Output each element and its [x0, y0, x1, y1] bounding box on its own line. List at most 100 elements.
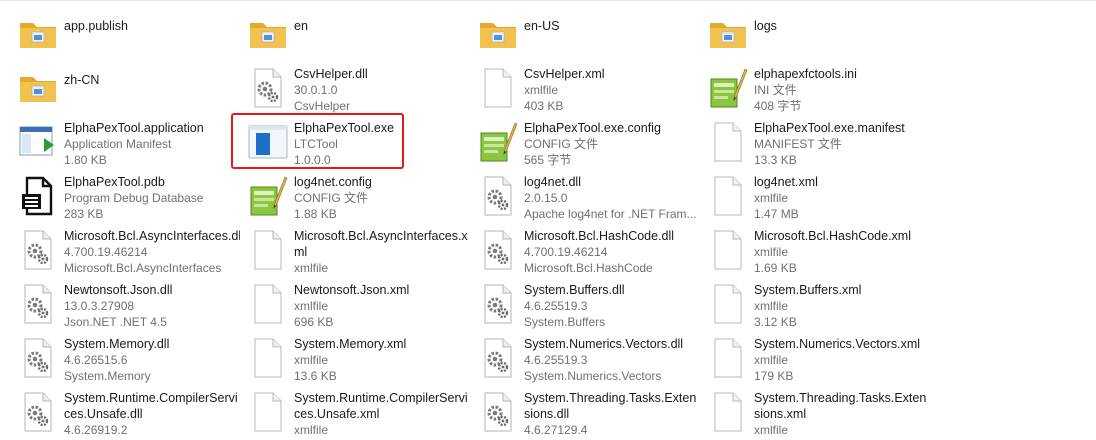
file-detail: xmlfile — [294, 261, 329, 275]
file-name: System.Threading.Tasks.Extensions.dll — [524, 391, 697, 421]
file-detail: 1.88 KB — [294, 207, 337, 221]
file-detail: 408 字节 — [754, 99, 802, 113]
file-name: ElphaPexTool.exe.config — [524, 121, 661, 135]
file-item[interactable]: System.Threading.Tasks.Extensions.xml xml… — [704, 386, 934, 440]
file-item[interactable]: System.Numerics.Vectors.dll 4.6.25519.3 Sy… — [474, 332, 704, 386]
file-item[interactable]: Microsoft.Bcl.HashCode.xml xmlfile 1.69 KB — [704, 224, 934, 278]
file-detail: INI 文件 — [754, 83, 797, 97]
file-detail: LTCTool — [294, 137, 338, 151]
file-item[interactable]: log4net.config CONFIG 文件 1.88 KB — [244, 170, 474, 224]
file-detail: 403 KB — [524, 99, 564, 113]
dll-gear-icon — [14, 334, 62, 382]
file-detail: 13.6 KB — [294, 369, 337, 383]
blank-file-icon — [244, 388, 292, 436]
file-name: System.Runtime.CompilerServices.Unsafe.d… — [64, 391, 238, 421]
file-name: log4net.xml — [754, 175, 818, 189]
file-item[interactable]: elphapexfctools.ini INI 文件 408 字节 — [704, 62, 934, 116]
file-detail: 4.6.25519.3 — [524, 353, 588, 367]
file-item[interactable]: ElphaPexTool.exe.manifest MANIFEST 文件 13.3… — [704, 116, 934, 170]
file-item[interactable]: en — [244, 8, 474, 62]
file-item[interactable]: zh-CN — [14, 62, 244, 116]
dll-gear-icon — [14, 280, 62, 328]
file-name: ElphaPexTool.exe — [294, 121, 395, 135]
file-item[interactable]: System.Memory.xml xmlfile 13.6 KB — [244, 332, 474, 386]
file-detail: Microsoft.Bcl.AsyncInterfaces — [64, 261, 222, 275]
file-detail: 4.700.19.46214 — [64, 245, 148, 259]
file-item[interactable]: Newtonsoft.Json.xml xmlfile 696 KB — [244, 278, 474, 332]
file-name: System.Buffers.dll — [524, 283, 625, 297]
file-item[interactable]: en-US — [474, 8, 704, 62]
file-item[interactable]: System.Buffers.dll 4.6.25519.3 System.Buff… — [474, 278, 704, 332]
exe-window-icon — [244, 118, 292, 166]
file-detail: Microsoft.Bcl.HashCode — [524, 261, 653, 275]
file-name: Newtonsoft.Json.dll — [64, 283, 173, 297]
file-detail: 4.700.19.46214 — [524, 245, 608, 259]
file-item[interactable]: System.Numerics.Vectors.xml xmlfile 179 KB — [704, 332, 934, 386]
file-detail: MANIFEST 文件 — [754, 137, 842, 151]
file-name: System.Numerics.Vectors.xml — [754, 337, 921, 351]
file-item[interactable]: ElphaPexTool.pdb Program Debug Database 28… — [14, 170, 244, 224]
file-name: System.Buffers.xml — [754, 283, 862, 297]
file-item[interactable]: Microsoft.Bcl.HashCode.dll 4.700.19.46214… — [474, 224, 704, 278]
file-detail: 696 KB — [294, 315, 334, 329]
file-item[interactable]: ElphaPexTool.application Application Mani… — [14, 116, 244, 170]
file-detail: xmlfile — [754, 299, 789, 313]
folder-icon — [474, 10, 522, 58]
file-item[interactable]: System.Buffers.xml xmlfile 3.12 KB — [704, 278, 934, 332]
file-item[interactable]: log4net.xml xmlfile 1.47 MB — [704, 170, 934, 224]
file-item[interactable]: logs — [704, 8, 934, 62]
dll-gear-icon — [474, 334, 522, 382]
blank-file-icon — [244, 334, 292, 382]
file-name: Newtonsoft.Json.xml — [294, 283, 410, 297]
file-detail: Json.NET .NET 4.5 — [64, 315, 167, 329]
file-item[interactable]: CsvHelper.dll 30.0.1.0 CsvHelper — [244, 62, 474, 116]
file-name: ElphaPexTool.exe.manifest — [754, 121, 905, 135]
file-name: System.Memory.dll — [64, 337, 170, 351]
file-detail: Apache log4net for .NET Fram... — [524, 207, 697, 221]
file-detail: 13.3 KB — [754, 153, 797, 167]
file-name: System.Runtime.CompilerServices.Unsafe.x… — [294, 391, 468, 421]
blank-file-icon — [244, 280, 292, 328]
file-name: elphapexfctools.ini — [754, 67, 857, 81]
file-item[interactable]: System.Runtime.CompilerServices.Unsafe.x… — [244, 386, 474, 440]
file-item[interactable]: System.Runtime.CompilerServices.Unsafe.d… — [14, 386, 244, 440]
file-item[interactable]: log4net.dll 2.0.15.0 Apache log4net for .N… — [474, 170, 704, 224]
file-name: zh-CN — [64, 73, 100, 87]
file-item[interactable]: System.Memory.dll 4.6.26515.6 System.Memor… — [14, 332, 244, 386]
blank-file-icon — [704, 226, 752, 274]
file-detail: CONFIG 文件 — [524, 137, 598, 151]
file-item[interactable]: System.Threading.Tasks.Extensions.dll 4.6… — [474, 386, 704, 440]
file-item[interactable]: ElphaPexTool.exe.config CONFIG 文件 565 字节 — [474, 116, 704, 170]
file-detail: Program Debug Database — [64, 191, 204, 205]
file-item[interactable]: Microsoft.Bcl.AsyncInterfaces.xml xmlfile — [244, 224, 474, 278]
file-detail: 4.6.26515.6 — [64, 353, 128, 367]
file-item[interactable]: Newtonsoft.Json.dll 13.0.3.27908 Json.NET … — [14, 278, 244, 332]
blank-file-icon — [704, 118, 752, 166]
blank-file-icon — [474, 64, 522, 112]
top-divider — [0, 0, 1096, 5]
file-name: Microsoft.Bcl.AsyncInterfaces.dll — [64, 229, 240, 243]
notepad-config-icon — [704, 64, 752, 112]
file-detail: 30.0.1.0 — [294, 83, 338, 97]
blank-file-icon — [704, 280, 752, 328]
file-detail: 1.0.0.0 — [294, 153, 331, 167]
blank-file-icon — [704, 334, 752, 382]
file-detail: 179 KB — [754, 369, 794, 383]
file-grid: app.publish en en-US logs zh-CN CsvHelpe… — [14, 8, 934, 440]
file-item[interactable]: app.publish — [14, 8, 244, 62]
dll-gear-icon — [474, 280, 522, 328]
file-name: logs — [754, 19, 777, 33]
file-detail: xmlfile — [524, 83, 559, 97]
file-item[interactable]: CsvHelper.xml xmlfile 403 KB — [474, 62, 704, 116]
file-name: Microsoft.Bcl.HashCode.dll — [524, 229, 675, 243]
file-name: app.publish — [64, 19, 128, 33]
file-detail: 4.6.25519.3 — [524, 299, 588, 313]
file-item[interactable]: ElphaPexTool.exe LTCTool 1.0.0.0 — [244, 116, 474, 170]
notepad-config-icon — [474, 118, 522, 166]
dll-gear-icon — [474, 388, 522, 436]
pdb-document-icon — [14, 172, 62, 220]
file-item[interactable]: Microsoft.Bcl.AsyncInterfaces.dll 4.700.1… — [14, 224, 244, 278]
file-name: en-US — [524, 19, 560, 33]
dll-gear-icon — [244, 64, 292, 112]
file-name: System.Threading.Tasks.Extensions.xml — [754, 391, 927, 421]
